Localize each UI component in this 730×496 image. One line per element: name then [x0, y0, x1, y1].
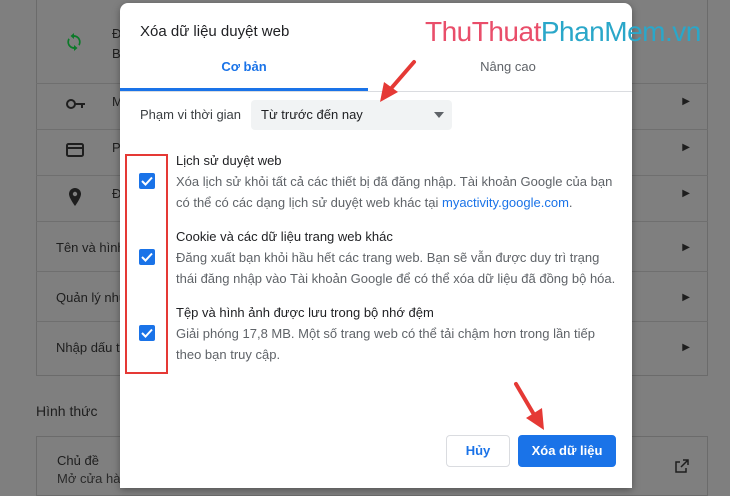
manage-people-label: Quản lý nhũ — [56, 290, 127, 305]
tab-basic[interactable]: Cơ bản — [120, 49, 368, 91]
open-external-icon — [675, 459, 689, 476]
chevron-right-icon: ▶ — [682, 342, 690, 353]
chevron-right-icon: ▶ — [682, 142, 690, 153]
time-range-value: Từ trước đến nay — [261, 107, 363, 122]
red-arrow-icon — [514, 382, 544, 430]
myactivity-link[interactable]: myactivity.google.com — [442, 195, 569, 210]
import-label: Nhập dấu t — [56, 340, 120, 355]
chevron-right-icon: ▶ — [682, 292, 690, 303]
chevron-right-icon: ▶ — [682, 188, 690, 199]
cache-title: Tệp và hình ảnh được lưu trong bộ nhớ đệ… — [176, 305, 434, 320]
chevron-right-icon: ▶ — [682, 242, 690, 253]
sync-icon — [66, 33, 82, 54]
clear-data-button[interactable]: Xóa dữ liệu — [518, 435, 616, 467]
watermark-logo: ThuThuatPhanMem.vn — [425, 16, 701, 48]
checkbox-highlight-box — [125, 154, 168, 374]
cookies-title: Cookie và các dữ liệu trang web khác — [176, 229, 393, 244]
dropdown-caret-icon — [434, 112, 444, 118]
time-range-select[interactable]: Từ trước đến nay — [251, 100, 452, 130]
dialog-title: Xóa dữ liệu duyệt web — [140, 23, 290, 40]
credit-card-icon — [66, 143, 84, 160]
red-arrow-icon — [380, 60, 416, 102]
theme-sublabel: Mở cửa hàn — [57, 471, 128, 486]
cache-desc: Giải phóng 17,8 MB. Một số trang web có … — [176, 326, 595, 362]
theme-label: Chủ đề — [57, 453, 99, 468]
cancel-button[interactable]: Hủy — [446, 435, 510, 467]
watermark-part3: .vn — [664, 16, 701, 47]
browsing-history-title: Lịch sử duyệt web — [176, 153, 282, 168]
watermark-part2: PhanMem — [540, 16, 666, 47]
time-range-label: Phạm vi thời gian — [140, 107, 242, 122]
key-icon — [66, 98, 86, 113]
watermark-part1: ThuThuat — [425, 16, 541, 47]
appearance-section-title: Hình thức — [36, 403, 98, 419]
name-picture-label: Tên và hình — [56, 240, 125, 255]
browsing-history-desc-end: . — [568, 195, 573, 210]
location-pin-icon — [69, 188, 81, 209]
cookies-desc: Đăng xuất bạn khỏi hầu hết các trang web… — [176, 250, 616, 286]
chevron-right-icon: ▶ — [682, 96, 690, 107]
tab-advanced[interactable]: Nâng cao — [384, 49, 632, 91]
browsing-history-desc: Xóa lịch sử khỏi tất cả các thiết bị đã … — [176, 171, 616, 213]
active-tab-indicator — [120, 88, 368, 91]
